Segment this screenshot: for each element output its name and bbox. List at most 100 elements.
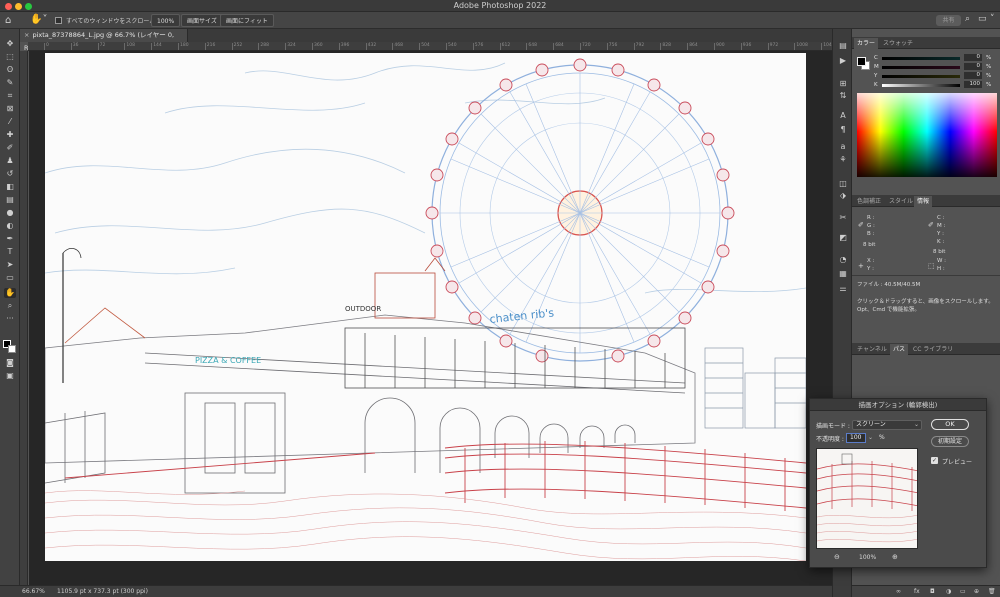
ruler-tick-label: 72 xyxy=(97,43,106,50)
dialog-preview-image[interactable] xyxy=(816,448,918,549)
blend-mode-select[interactable]: スクリーン ⌄ xyxy=(852,420,922,430)
add-mask-icon[interactable]: ◘ xyxy=(930,588,935,595)
zoom-100-button[interactable]: 100% xyxy=(151,14,181,27)
scroll-all-windows-checkbox[interactable] xyxy=(55,17,62,24)
tab-color[interactable]: カラー xyxy=(854,38,879,49)
canvas-area[interactable]: OUTDOOR chaten rib's PIZZA & COFFEE xyxy=(29,51,832,585)
healing-brush-icon[interactable]: ✚ xyxy=(4,130,16,140)
more-tools-icon[interactable]: ··· xyxy=(4,314,16,324)
zoom-out-icon[interactable]: ⊖ xyxy=(834,553,840,561)
yellow-slider[interactable] xyxy=(882,75,960,78)
opacity-input[interactable]: 100 xyxy=(846,433,866,443)
ruler-tick-label: 864 xyxy=(687,43,698,50)
status-document-info[interactable]: 1105.9 pt x 737.3 pt (300 ppi) xyxy=(57,588,148,595)
screen-mode-icon[interactable]: ▣ xyxy=(4,371,16,381)
tab-info[interactable]: 情報 xyxy=(914,196,933,207)
shape-tool-icon[interactable]: ▭ xyxy=(4,273,16,283)
tools-panel: ✥ ⬚ ʘ ✎ ⌗ ⊠ ⁄ ✚ ✐ ♟ ↺ ◧ ▤ ● ◐ ✒ T ➤ ▭ ✋ … xyxy=(0,29,20,585)
ok-button[interactable]: OK xyxy=(931,419,969,430)
quick-mask-icon[interactable]: ◙ xyxy=(4,358,16,368)
new-layer-icon[interactable]: ⊕ xyxy=(974,588,979,595)
actions-panel-icon[interactable]: ▶ xyxy=(837,56,849,66)
glyphs-panel-icon[interactable]: a xyxy=(837,142,849,152)
hand-tool-preset-icon[interactable]: ✋˅ xyxy=(30,14,47,25)
history-brush-icon[interactable]: ↺ xyxy=(4,169,16,179)
yellow-value[interactable]: 0 xyxy=(964,72,982,79)
preview-checkbox[interactable]: ✓ xyxy=(931,457,938,464)
clone-stamp-icon[interactable]: ♟ xyxy=(4,156,16,166)
move-tool-icon[interactable]: ✥ xyxy=(4,39,16,49)
brush-tool-icon[interactable]: ✐ xyxy=(4,143,16,153)
search-icon[interactable]: ⌕ xyxy=(965,14,970,24)
cyan-slider[interactable] xyxy=(882,57,960,60)
magenta-value[interactable]: 0 xyxy=(964,63,982,70)
brush-settings-icon[interactable]: ⚘ xyxy=(837,155,849,165)
home-icon[interactable]: ⌂ xyxy=(5,15,17,26)
share-button[interactable]: 共有 xyxy=(936,15,961,26)
info-bit-cmyk: 8 bit xyxy=(933,249,946,255)
vertical-ruler[interactable] xyxy=(20,51,28,585)
cyan-value[interactable]: 0 xyxy=(964,54,982,61)
magenta-slider[interactable] xyxy=(882,66,960,69)
settings-sliders-icon[interactable]: ⚌ xyxy=(837,284,849,294)
horizontal-ruler[interactable]: 0 36 72 108 144 180 216 252 288 324 360 396 432 468 50… xyxy=(28,42,832,51)
libraries-panel-icon[interactable]: ⊞ xyxy=(837,79,849,89)
tools-presets-icon[interactable]: ✂ xyxy=(837,213,849,223)
fx-icon[interactable]: fx xyxy=(914,588,920,595)
link-layers-icon[interactable]: ∞ xyxy=(896,588,901,595)
timeline-icon[interactable]: ◔ xyxy=(837,255,849,265)
document-image[interactable]: OUTDOOR chaten rib's PIZZA & COFFEE xyxy=(45,53,806,561)
type-tool-icon[interactable]: T xyxy=(4,247,16,257)
dialog-title[interactable]: 描画オプション (輪郭検出) xyxy=(810,399,986,411)
workspace-icon[interactable]: ▭ xyxy=(978,14,987,24)
black-slider[interactable] xyxy=(882,84,960,87)
dodge-tool-icon[interactable]: ◐ xyxy=(4,221,16,231)
frame-tool-icon[interactable]: ⊠ xyxy=(4,104,16,114)
close-tab-icon[interactable]: × xyxy=(24,31,29,39)
paragraph-panel-icon[interactable]: ¶ xyxy=(837,125,849,135)
tab-swatches[interactable]: スウォッチ xyxy=(880,38,916,49)
reset-button[interactable]: 初期設定 xyxy=(931,436,969,447)
color-panel-foreground-swatch[interactable] xyxy=(857,57,866,66)
properties-panel-icon[interactable]: ◫ xyxy=(837,179,849,189)
document-tab[interactable]: ×pixta_87378864_L.jpg @ 66.7% (レイヤー 0, R… xyxy=(20,29,188,52)
shapes-panel-icon[interactable]: ⬗ xyxy=(837,191,849,201)
delete-layer-icon[interactable]: 🗑 xyxy=(988,588,996,595)
ruler-tick-label: 684 xyxy=(553,43,564,50)
blur-tool-icon[interactable]: ● xyxy=(4,208,16,218)
zoom-tool-icon[interactable]: ⌕ xyxy=(4,301,16,311)
cmyk-row-c: C 0 % xyxy=(874,54,992,61)
status-zoom[interactable]: 66.67% xyxy=(22,588,45,595)
character-panel-icon[interactable]: A xyxy=(837,111,849,121)
tab-styles[interactable]: スタイル xyxy=(886,196,916,207)
layer-comps-icon[interactable]: ◩ xyxy=(837,233,849,243)
background-color-swatch[interactable] xyxy=(8,345,16,353)
workspace-chevron-icon[interactable]: ˅ xyxy=(990,14,995,24)
tab-paths[interactable]: パス xyxy=(890,344,909,355)
marquee-tool-icon[interactable]: ⬚ xyxy=(4,52,16,62)
new-group-icon[interactable]: ▭ xyxy=(960,588,966,595)
tab-adjustments[interactable]: 色調補正 xyxy=(854,196,884,207)
quick-select-tool-icon[interactable]: ✎ xyxy=(4,78,16,88)
color-spectrum[interactable] xyxy=(857,93,997,177)
adjustments-icon[interactable]: ⇅ xyxy=(837,91,849,101)
gradient-tool-icon[interactable]: ▤ xyxy=(4,195,16,205)
cmyk-row-k: K 100 % xyxy=(874,81,992,88)
fit-screen-button[interactable]: 画面にフィット xyxy=(220,14,274,27)
zoom-in-icon[interactable]: ⊕ xyxy=(892,553,898,561)
eraser-tool-icon[interactable]: ◧ xyxy=(4,182,16,192)
pen-tool-icon[interactable]: ✒ xyxy=(4,234,16,244)
eyedropper-tool-icon[interactable]: ⁄ xyxy=(4,117,16,127)
opacity-slider-toggle-icon[interactable]: ⌄ xyxy=(868,433,876,443)
crop-tool-icon[interactable]: ⌗ xyxy=(4,91,16,101)
tab-cc-libraries[interactable]: CC ライブラリ xyxy=(910,344,956,355)
swatches-strip-icon[interactable]: ▦ xyxy=(837,269,849,279)
lasso-tool-icon[interactable]: ʘ xyxy=(4,65,16,75)
black-value[interactable]: 100 xyxy=(964,81,982,88)
tab-channels[interactable]: チャンネル xyxy=(854,344,890,355)
path-select-tool-icon[interactable]: ➤ xyxy=(4,260,16,270)
history-panel-icon[interactable]: ▤ xyxy=(837,41,849,51)
adjustment-layer-icon[interactable]: ◑ xyxy=(946,588,951,595)
hand-tool-icon[interactable]: ✋ xyxy=(4,288,16,298)
fit-screen-size-button[interactable]: 画面サイズ xyxy=(181,14,223,27)
